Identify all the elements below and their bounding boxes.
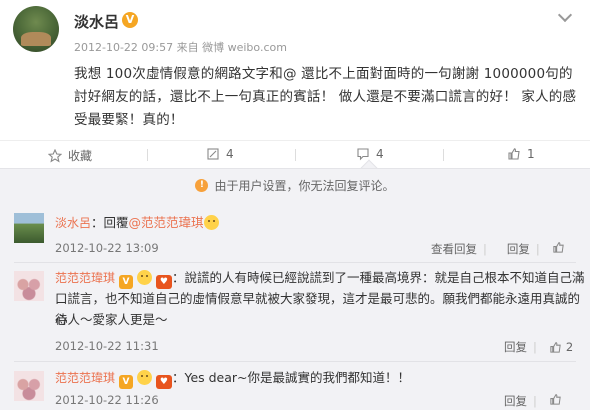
chevron-down-icon[interactable] xyxy=(557,7,573,23)
divider xyxy=(295,149,296,161)
thumbs-up-icon xyxy=(508,148,520,160)
comment-like-button[interactable]: 2 xyxy=(549,340,573,354)
commenter-avatar[interactable] xyxy=(14,271,44,301)
separator: | xyxy=(533,394,537,408)
star-icon xyxy=(48,148,62,162)
comment-like-button[interactable] xyxy=(549,393,562,409)
comment-text: 范范范瑋琪 V ♥ ：說謊的人有時候已經說謊到了一種最高境界：就是自己根本不知道自… xyxy=(55,267,584,289)
favorite-button[interactable]: 收藏 xyxy=(48,147,92,164)
comment-body: ：Yes dear~你是最誠實的我們都知道！！ xyxy=(171,370,411,385)
commenter-avatar[interactable] xyxy=(14,213,44,243)
celebrity-emoji-icon xyxy=(136,370,152,385)
comment-like-button[interactable] xyxy=(552,241,565,257)
reply-link[interactable]: 回复 xyxy=(504,339,527,355)
comment-date: 2012-10-22 11:31 xyxy=(55,339,159,353)
member-badge-icon: ♥ xyxy=(155,375,172,389)
reply-disabled-notice: ! 由于用户设置，你无法回复评论。 xyxy=(0,169,590,202)
separator: | xyxy=(533,340,537,354)
comments-panel: ! 由于用户设置，你无法回复评论。 淡水呂：回覆@范范范瑋琪 2012-10-2… xyxy=(0,168,590,410)
celebrity-emoji-icon xyxy=(136,270,152,285)
comment-text: 淡水呂：回覆@范范范瑋琪 xyxy=(55,212,219,234)
comment-like-count: 2 xyxy=(565,340,574,354)
author-name[interactable]: 淡水呂 xyxy=(74,11,119,32)
like-button[interactable]: 1 xyxy=(507,147,535,161)
thumbs-up-icon xyxy=(550,394,561,405)
notice-text: 由于用户设置，你无法回复评论。 xyxy=(214,179,395,193)
action-bar: 收藏 4 4 1 xyxy=(0,140,590,168)
divider xyxy=(14,361,576,362)
separator: | xyxy=(483,242,487,256)
warning-icon: ! xyxy=(195,179,209,192)
commenter-name[interactable]: 淡水呂 xyxy=(55,216,91,230)
divider xyxy=(14,262,576,263)
reply-link[interactable]: 回复 xyxy=(504,393,527,409)
post-body: 我想 100次虛情假意的網路文字和@ 還比不上面對面時的一句謝謝 1000000… xyxy=(74,66,577,128)
comment-date: 2012-10-22 11:26 xyxy=(55,393,159,407)
comment-actions: 回复 | xyxy=(504,393,562,409)
comment-text: 范范范瑋琪 V ♥ ：Yes dear~你是最誠實的我們都知道！！ xyxy=(55,367,410,389)
comment-actions: 查看回复 | 回复 | xyxy=(431,241,565,257)
verified-badge-icon: V xyxy=(122,12,138,28)
comment-line-1: ：說謊的人有時候已經說謊到了一種最高境界：就是自己根本不知道自己滿 xyxy=(171,270,585,285)
comment-line-3: 待人～愛家人更是～ xyxy=(55,312,168,327)
repost-count: 4 xyxy=(226,147,234,161)
verified-badge-icon: V xyxy=(119,375,133,389)
thumbs-up-icon xyxy=(553,242,564,253)
comment-actions: 回复 | 2 xyxy=(504,339,573,355)
reply-link[interactable]: 回复 xyxy=(507,241,530,257)
mention-link[interactable]: @范范范瑋琪 xyxy=(129,215,204,230)
commenter-name[interactable]: 范范范瑋琪 xyxy=(55,371,115,385)
reply-prefix: ：回覆 xyxy=(91,215,129,230)
separator: | xyxy=(535,242,540,256)
thumbs-up-icon xyxy=(550,341,561,353)
commenter-avatar[interactable] xyxy=(14,371,44,401)
comment-date: 2012-10-22 13:09 xyxy=(55,241,159,255)
post-meta: 2012-10-22 09:57 来自 微博 weibo.com xyxy=(74,41,287,54)
author-avatar[interactable] xyxy=(13,6,59,52)
weibo-post: 淡水呂 V 2012-10-22 09:57 来自 微博 weibo.com 我… xyxy=(0,0,590,168)
view-replies-link[interactable]: 查看回复 xyxy=(431,241,477,257)
favorite-label: 收藏 xyxy=(68,149,93,163)
verified-badge-icon: V xyxy=(119,275,133,289)
repost-icon xyxy=(207,148,219,160)
comment-count: 4 xyxy=(376,147,384,161)
divider xyxy=(443,149,444,161)
divider xyxy=(147,149,148,161)
repost-button[interactable]: 4 xyxy=(206,147,234,161)
comment-button[interactable]: 4 xyxy=(356,147,384,161)
member-badge-icon: ♥ xyxy=(155,275,172,289)
commenter-name[interactable]: 范范范瑋琪 xyxy=(55,271,115,285)
smile-emoji-icon xyxy=(203,215,219,230)
like-count: 1 xyxy=(527,147,535,161)
